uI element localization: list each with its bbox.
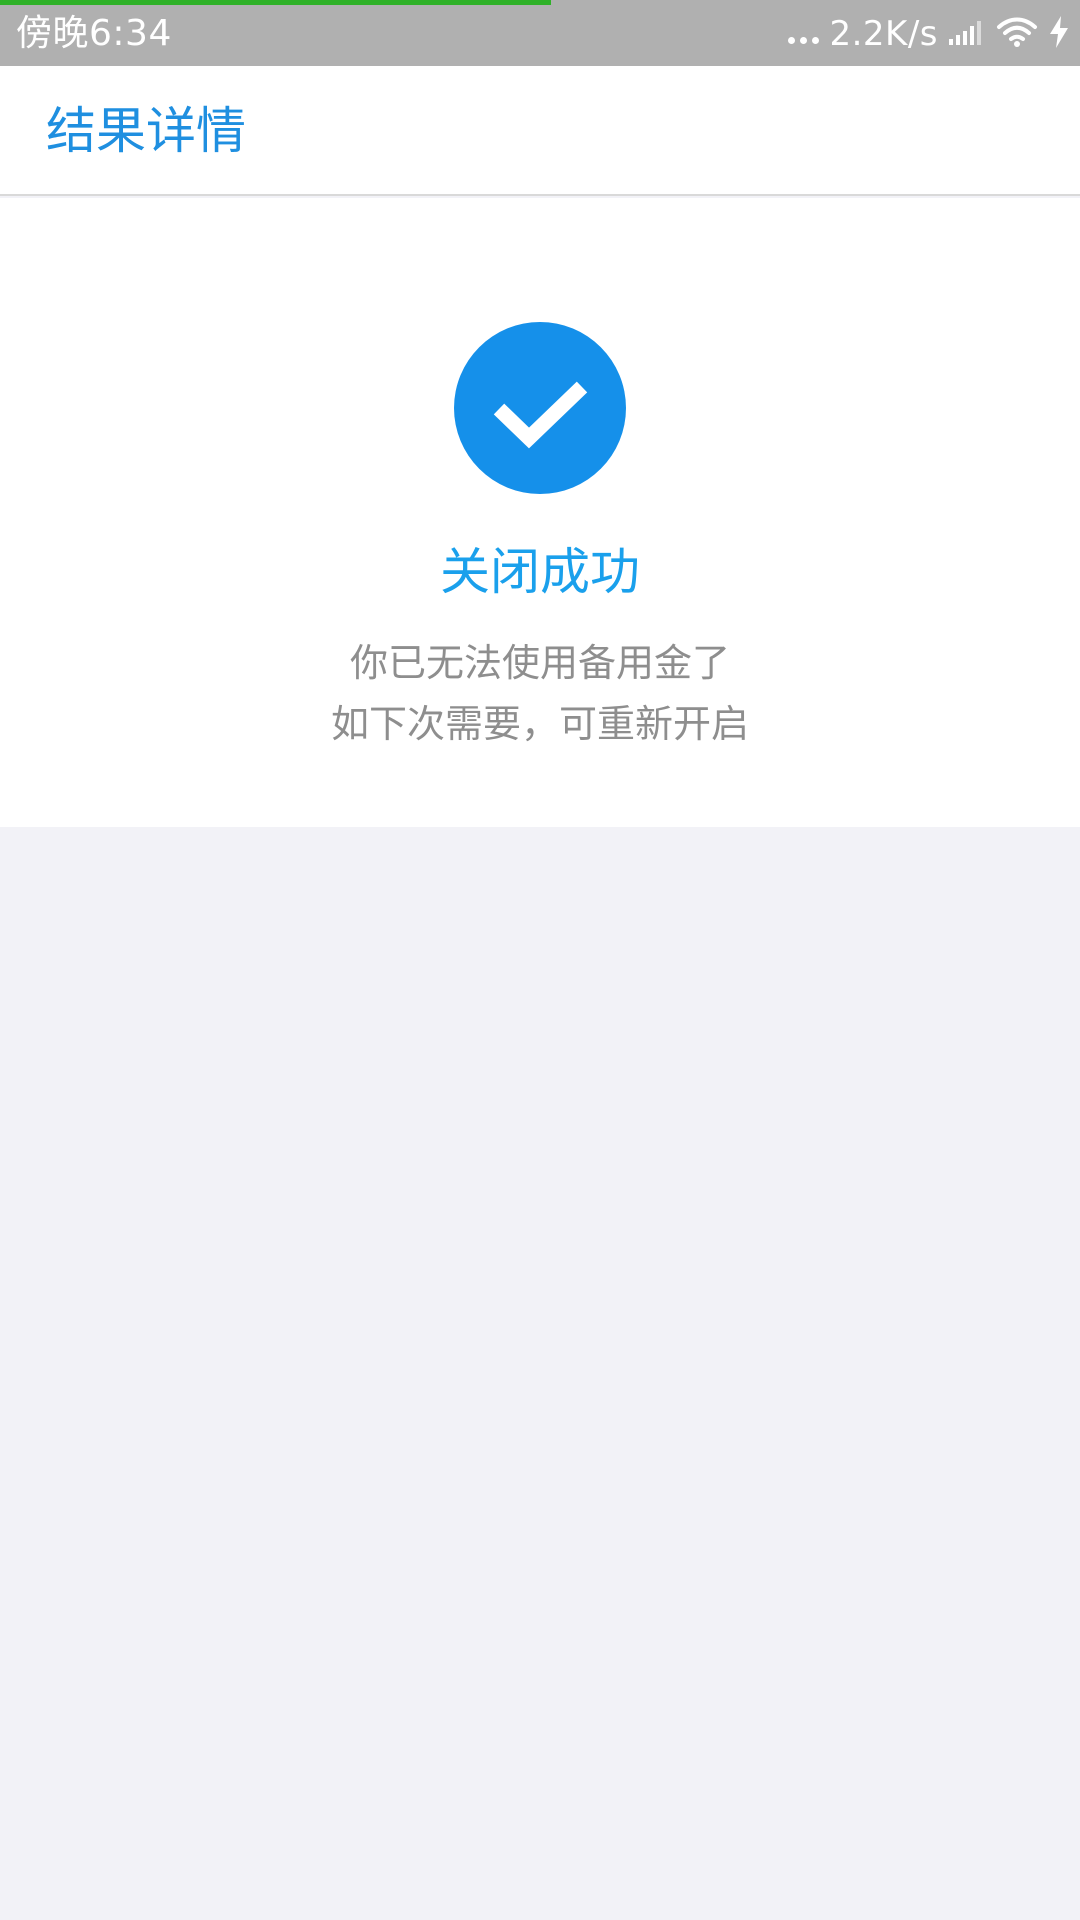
wifi-icon bbox=[996, 16, 1038, 52]
page-title: 结果详情 bbox=[46, 102, 246, 160]
result-description: 你已无法使用备用金了 如下次需要，可重新开启 bbox=[0, 633, 1080, 755]
dot bbox=[812, 37, 820, 44]
result-description-line-1: 你已无法使用备用金了 bbox=[349, 641, 730, 685]
more-dots-icon bbox=[788, 24, 820, 44]
empty-content-area bbox=[0, 827, 1080, 1920]
status-time: 傍晚6:34 bbox=[16, 13, 172, 54]
status-bar: 傍晚6:34 2.2K/s bbox=[0, 0, 1080, 66]
signal-icon bbox=[948, 17, 986, 51]
result-card: 关闭成功 你已无法使用备用金了 如下次需要，可重新开启 bbox=[0, 198, 1080, 827]
result-title: 关闭成功 bbox=[440, 543, 640, 601]
app-screen: 傍晚6:34 2.2K/s 结果详情 关闭成功 你已无法使用备用金了 如下次需要… bbox=[0, 0, 1080, 1920]
network-speed: 2.2K/s bbox=[829, 14, 938, 54]
dot bbox=[800, 37, 808, 44]
result-description-line-2: 如下次需要，可重新开启 bbox=[330, 702, 749, 746]
dot bbox=[788, 37, 796, 44]
status-indicators: 2.2K/s bbox=[788, 12, 1070, 56]
charging-bolt-icon bbox=[1048, 15, 1070, 53]
checkmark-icon bbox=[454, 322, 626, 494]
page-header: 结果详情 bbox=[0, 66, 1080, 196]
page-loading-progress bbox=[0, 0, 551, 5]
